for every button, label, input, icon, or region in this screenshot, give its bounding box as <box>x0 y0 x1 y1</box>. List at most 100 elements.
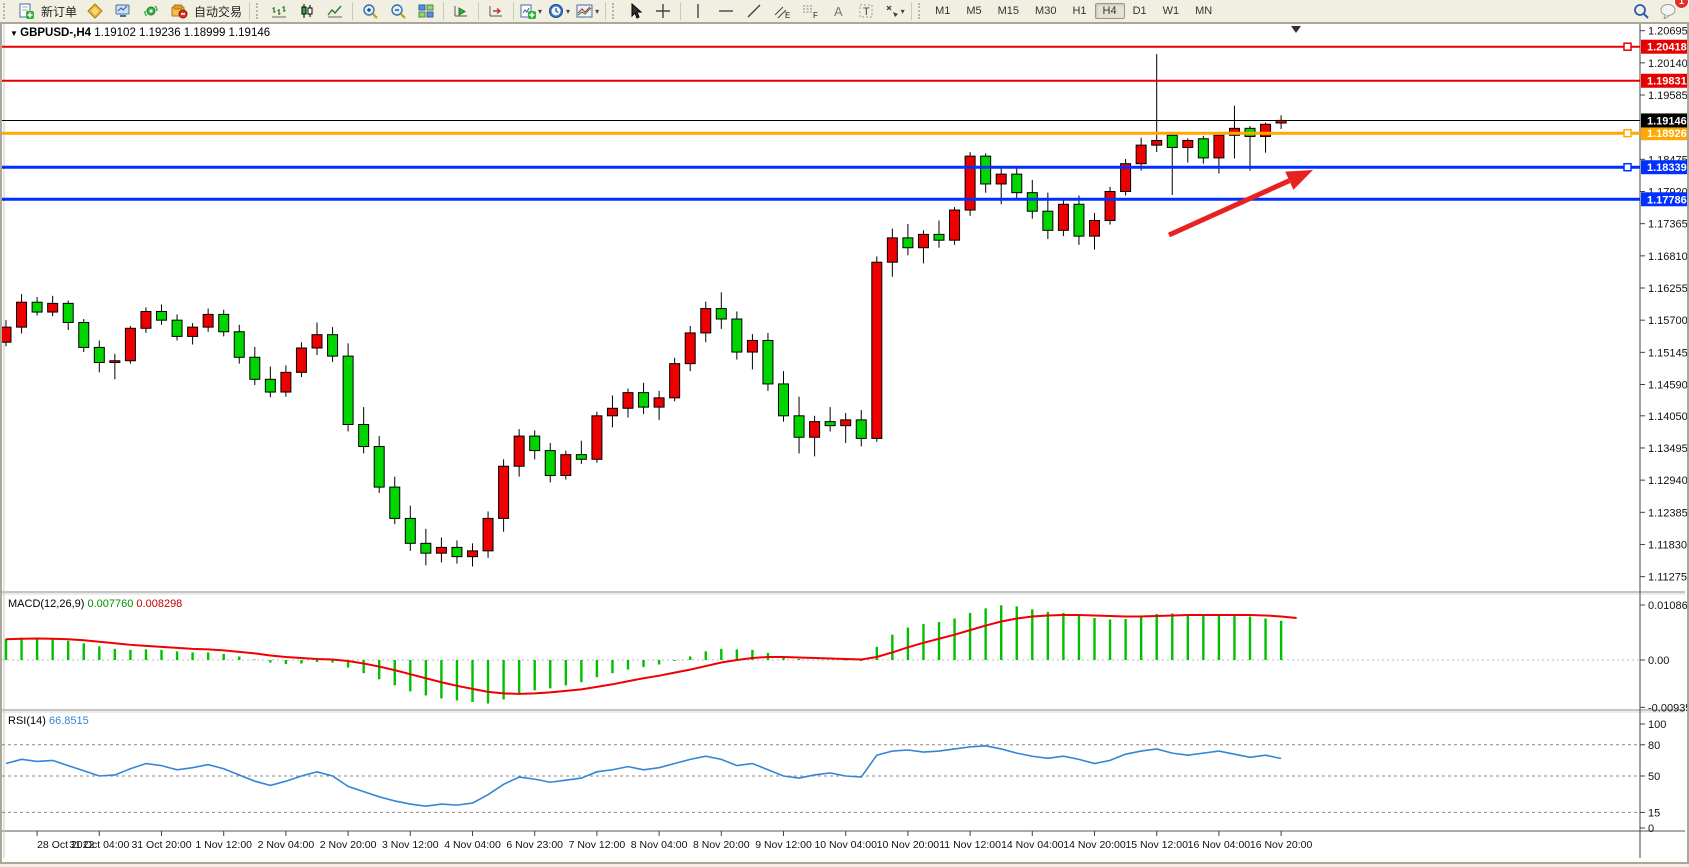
line-chart-icon <box>327 3 343 19</box>
timeframe-d1[interactable]: D1 <box>1125 3 1155 19</box>
chart-canvas[interactable]: 1.206951.201401.195851.184751.179201.173… <box>2 24 1687 862</box>
chart-shift-icon <box>488 3 504 19</box>
svg-text:2 Nov 04:00: 2 Nov 04:00 <box>258 839 315 851</box>
timeframe-m1[interactable]: M1 <box>927 3 958 19</box>
candle-down <box>94 347 104 362</box>
svg-text:8 Nov 20:00: 8 Nov 20:00 <box>693 839 750 851</box>
toolbar-grip[interactable] <box>918 3 923 19</box>
auto-trading-button[interactable] <box>165 0 193 22</box>
svg-text:3 Nov 12:00: 3 Nov 12:00 <box>382 839 439 851</box>
svg-text:0: 0 <box>1648 823 1654 835</box>
search-button[interactable] <box>1627 0 1655 22</box>
equidistant-channel-tool[interactable]: E <box>768 0 796 22</box>
new-order-button[interactable] <box>12 0 40 22</box>
toolbar-grip[interactable] <box>256 3 261 19</box>
svg-text:1.15145: 1.15145 <box>1648 347 1687 359</box>
svg-text:1.15700: 1.15700 <box>1648 315 1687 327</box>
timeframe-m30[interactable]: M30 <box>1027 3 1064 19</box>
templates-button[interactable]: ▾ <box>573 0 602 22</box>
candle-up <box>841 420 851 426</box>
text-label-tool[interactable]: T <box>852 0 880 22</box>
candle-down <box>903 238 913 248</box>
horizontal-line-tool[interactable] <box>712 0 740 22</box>
svg-text:1.19585: 1.19585 <box>1648 90 1687 102</box>
candle-up <box>670 364 680 398</box>
fibonacci-icon: F <box>801 3 819 19</box>
timeframe-m15[interactable]: M15 <box>990 3 1027 19</box>
timeframe-h4[interactable]: H4 <box>1095 3 1125 19</box>
svg-text:T: T <box>863 6 870 18</box>
zoom-out-icon <box>390 3 407 20</box>
auto-scroll-button[interactable] <box>447 0 475 22</box>
price-label: 1.19831 <box>1647 76 1687 88</box>
candle-down <box>530 436 540 450</box>
svg-text:4 Nov 04:00: 4 Nov 04:00 <box>444 839 501 851</box>
monitor-icon <box>115 3 132 19</box>
tile-windows-icon <box>418 3 435 19</box>
candle-up <box>701 309 711 333</box>
new-chart-button[interactable]: ▾ <box>517 0 545 22</box>
candle-up <box>1183 140 1193 147</box>
svg-text:1.13495: 1.13495 <box>1648 443 1687 455</box>
text-icon: A <box>831 3 845 19</box>
svg-text:1.11830: 1.11830 <box>1648 539 1687 551</box>
tile-windows-button[interactable] <box>412 0 440 22</box>
fibonacci-tool[interactable]: F <box>796 0 824 22</box>
candle-down <box>79 322 89 347</box>
vertical-line-tool[interactable] <box>684 0 712 22</box>
timeframe-h1[interactable]: H1 <box>1064 3 1094 19</box>
timeframe-mn[interactable]: MN <box>1187 3 1220 19</box>
zoom-in-button[interactable] <box>356 0 384 22</box>
zoom-out-button[interactable] <box>384 0 412 22</box>
timeframe-m5[interactable]: M5 <box>958 3 989 19</box>
new-order-icon <box>18 3 35 20</box>
channel-icon: E <box>773 3 791 19</box>
svg-text:14 Nov 20:00: 14 Nov 20:00 <box>1063 839 1126 851</box>
svg-text:8 Nov 04:00: 8 Nov 04:00 <box>631 839 688 851</box>
svg-text:1.16810: 1.16810 <box>1648 251 1687 263</box>
candle-up <box>203 314 213 327</box>
vertical-line-icon <box>691 3 705 19</box>
line-handle <box>1624 164 1631 171</box>
line-chart-mode-button[interactable] <box>321 0 349 22</box>
new-order-label[interactable]: 新订单 <box>41 3 77 20</box>
chart-shift-button[interactable] <box>482 0 510 22</box>
dropdown-caret-icon: ▾ <box>566 7 570 16</box>
candle-down <box>1043 211 1053 230</box>
notifications-button[interactable]: 1 <box>1655 0 1683 22</box>
svg-text:31 Oct 04:00: 31 Oct 04:00 <box>69 839 129 851</box>
candle-down <box>1012 174 1022 193</box>
auto-trading-label[interactable]: 自动交易 <box>194 3 242 20</box>
svg-text:100: 100 <box>1648 719 1666 731</box>
chart-window-button[interactable] <box>109 0 137 22</box>
signal-icon <box>143 3 159 19</box>
bar-chart-mode-button[interactable] <box>265 0 293 22</box>
svg-text:-0.009358: -0.009358 <box>1648 702 1687 714</box>
candle-up <box>1058 204 1068 230</box>
crosshair-tool-button[interactable] <box>649 0 677 22</box>
periods-button[interactable]: ▾ <box>545 0 573 22</box>
toolbar-grip[interactable] <box>3 3 8 19</box>
candle-up <box>747 340 757 352</box>
text-tool[interactable]: A <box>824 0 852 22</box>
toolbar-grip[interactable] <box>612 3 617 19</box>
svg-text:0.00: 0.00 <box>1648 655 1669 667</box>
svg-text:1.12940: 1.12940 <box>1648 475 1687 487</box>
candle-down <box>452 547 462 556</box>
trendline-tool[interactable] <box>740 0 768 22</box>
candle-down <box>421 543 431 553</box>
cursor-tool-button[interactable] <box>621 0 649 22</box>
svg-text:11 Nov 12:00: 11 Nov 12:00 <box>939 839 1001 851</box>
candle-down <box>157 311 167 320</box>
candle-down <box>374 447 384 488</box>
candle-up <box>188 327 198 336</box>
signals-button[interactable] <box>137 0 165 22</box>
arrows-tool[interactable]: ▾ <box>880 0 908 22</box>
chart-title: ▼ GBPUSD-,H4 1.19102 1.19236 1.18999 1.1… <box>10 27 270 39</box>
timeframe-w1[interactable]: W1 <box>1155 3 1188 19</box>
chart-window[interactable]: 1.206951.201401.195851.184751.179201.173… <box>0 22 1689 864</box>
market-watch-button[interactable] <box>81 0 109 22</box>
candle-up <box>561 455 571 476</box>
candlestick-mode-button[interactable] <box>293 0 321 22</box>
candle-up <box>312 335 322 348</box>
